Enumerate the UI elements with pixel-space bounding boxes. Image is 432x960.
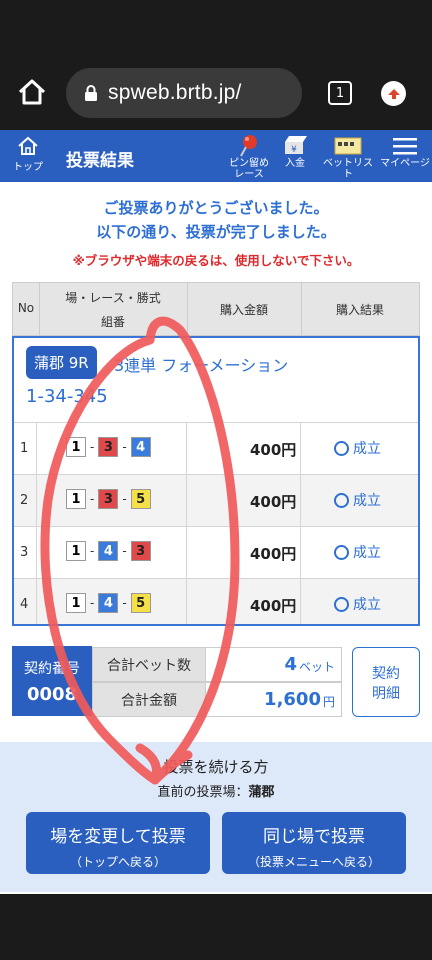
home-icon [18, 136, 38, 155]
table-row: 1 1 - 3 - 4 400円 成立 [14, 422, 418, 474]
table-row: 4 1 - 4 - 5 400円 成立 [14, 578, 418, 624]
row-no: 1 [20, 441, 29, 456]
total-value: 1,600 円 [206, 682, 342, 717]
nav-top-label: トップ [13, 162, 43, 173]
continue-section: 投票を続ける方 直前の投票場：蒲郡 場を変更して投票 （トップへ戻る） 同じ場で… [0, 742, 432, 892]
col-result: 購入結果 [335, 303, 384, 317]
thanks-line-1: ご投票ありがとうございました。 [103, 199, 329, 217]
pin-label-1: ピン留め [229, 158, 269, 169]
total-amount: 1,600 [264, 689, 321, 710]
combo-boxes: 1 - 3 - 4 [66, 437, 151, 457]
boat-box: 4 [130, 437, 151, 457]
menu-icon [393, 138, 417, 155]
race-badge: 蒲郡 9R [26, 346, 97, 379]
url-text: spweb.brtb.jp/ [108, 81, 242, 104]
thanks-message: ご投票ありがとうございました。 以下の通り、投票が完了しました。 [0, 182, 432, 244]
boat-box: 3 [130, 541, 151, 561]
change-venue-button[interactable]: 場を変更して投票 （トップへ戻る） [26, 812, 210, 874]
boat-box: 3 [98, 489, 119, 509]
boat-box: 1 [66, 437, 86, 457]
boat-box: 1 [66, 489, 86, 509]
bet-count: 4 [284, 654, 297, 675]
nav-mypage[interactable]: マイページ [380, 134, 430, 169]
contract-detail-button[interactable]: 契約 明細 [352, 647, 420, 717]
contract-number: 0008 [26, 684, 78, 705]
previous-venue: 直前の投票場：蒲郡 [157, 785, 275, 800]
contract-label: 契約番号 [24, 661, 80, 677]
col-race: 場・レース・勝式 [65, 291, 161, 305]
browser-toolbar: spweb.brtb.jp/ 1 [0, 56, 432, 130]
combo-boxes: 1 - 3 - 5 [66, 489, 151, 509]
table-row: 2 1 - 3 - 5 400円 成立 [14, 474, 418, 526]
deposit-icon: ¥ [285, 136, 307, 155]
row-no: 3 [20, 545, 29, 560]
row-no: 4 [20, 597, 29, 612]
nav-deposit[interactable]: ¥ 入金 [280, 134, 310, 169]
main-content: ご投票ありがとうございました。 以下の通り、投票が完了しました。 ※ブラウザや端… [0, 182, 432, 894]
col-combo: 組番 [100, 315, 125, 329]
pin-label-2: レース [234, 169, 264, 180]
bet-unit: ベット [298, 660, 335, 674]
bet-count-label: 合計ベット数 [92, 647, 206, 682]
row-amount: 400円 [250, 545, 297, 563]
nav-pin-race[interactable]: ピン留め レース [224, 134, 274, 180]
combination-text: 1-34-345 [26, 386, 108, 407]
row-result: 成立 [334, 490, 381, 510]
bet-table: 蒲郡 9R 3連単 フォーメーション 1-34-345 1 1 - 3 - 4 … [12, 336, 420, 626]
status-bar [0, 0, 432, 56]
betlist-label: ベットリスト [323, 158, 373, 180]
tab-switcher-button[interactable]: 1 [328, 81, 352, 105]
boat-box: 4 [98, 593, 119, 613]
page-title: 投票結果 [66, 151, 134, 171]
pin-icon [240, 135, 257, 157]
circle-icon [334, 440, 349, 456]
total-unit: 円 [322, 695, 335, 709]
total-label: 合計金額 [92, 682, 206, 717]
col-amount: 購入金額 [219, 303, 268, 317]
thanks-line-2: 以下の通り、投票が完了しました。 [96, 223, 336, 241]
combo-boxes: 1 - 4 - 5 [66, 593, 151, 613]
bet-count-value: 4 ベット [206, 647, 342, 682]
deposit-label: 入金 [285, 158, 305, 169]
same-venue-button[interactable]: 同じ場で投票 （投票メニューへ戻る） [222, 812, 406, 874]
nav-top-button[interactable]: トップ [6, 134, 50, 173]
table-row: 3 1 - 4 - 3 400円 成立 [14, 526, 418, 578]
continue-title: 投票を続ける方 [163, 758, 269, 776]
row-result: 成立 [334, 438, 381, 458]
home-icon[interactable] [16, 76, 48, 108]
row-amount: 400円 [250, 493, 297, 511]
row-result: 成立 [334, 594, 381, 614]
boat-box: 5 [130, 489, 151, 509]
row-no: 2 [20, 493, 29, 508]
col-no: No [17, 301, 35, 315]
nav-betlist[interactable]: ベットリスト [320, 134, 376, 180]
navigation-bar [0, 894, 432, 960]
circle-icon [334, 596, 349, 612]
app-header: トップ 投票結果 ピン留め レース ¥ 入金 ベットリスト マイページ [0, 130, 432, 182]
update-icon[interactable] [381, 81, 406, 106]
warning-text: ※ブラウザや端末の戻るは、使用しないで下さい。 [72, 253, 360, 268]
boat-box: 1 [66, 541, 86, 561]
row-amount: 400円 [250, 441, 297, 459]
combo-boxes: 1 - 4 - 3 [66, 541, 151, 561]
boat-box: 1 [66, 593, 86, 613]
race-type: 3連単 フォーメーション [114, 356, 289, 375]
boat-box: 4 [98, 541, 119, 561]
lock-icon [84, 84, 98, 102]
table-header: No 場・レース・勝式 組番 購入金額 購入結果 [12, 282, 420, 336]
boat-box: 5 [130, 593, 151, 613]
circle-icon [334, 544, 349, 560]
svg-text:¥: ¥ [291, 145, 297, 155]
mypage-label: マイページ [380, 158, 430, 169]
boat-box: 3 [98, 437, 119, 457]
row-amount: 400円 [250, 597, 297, 615]
betlist-icon [334, 137, 362, 155]
row-result: 成立 [334, 542, 381, 562]
circle-icon [334, 492, 349, 508]
contract-number-box: 契約番号 0008 [12, 646, 92, 716]
address-bar[interactable]: spweb.brtb.jp/ [66, 68, 302, 118]
